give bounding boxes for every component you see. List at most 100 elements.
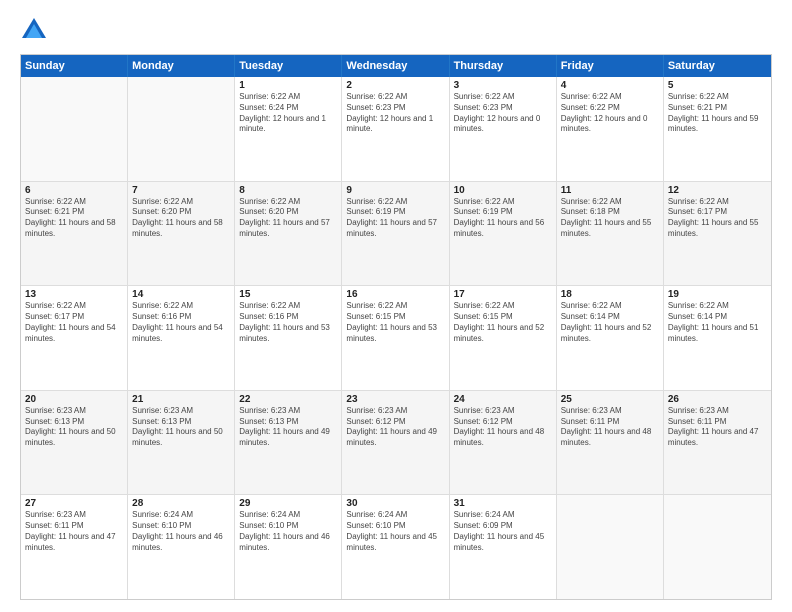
day-cell-2: 2Sunrise: 6:22 AMSunset: 6:23 PMDaylight… bbox=[342, 77, 449, 181]
cell-info: Sunrise: 6:22 AMSunset: 6:23 PMDaylight:… bbox=[346, 92, 444, 135]
cell-info: Sunrise: 6:24 AMSunset: 6:10 PMDaylight:… bbox=[132, 510, 230, 553]
day-cell-10: 10Sunrise: 6:22 AMSunset: 6:19 PMDayligh… bbox=[450, 182, 557, 286]
cell-info: Sunrise: 6:22 AMSunset: 6:24 PMDaylight:… bbox=[239, 92, 337, 135]
day-number: 18 bbox=[561, 289, 659, 300]
day-number: 22 bbox=[239, 394, 337, 405]
cell-info: Sunrise: 6:23 AMSunset: 6:13 PMDaylight:… bbox=[239, 406, 337, 449]
day-cell-4: 4Sunrise: 6:22 AMSunset: 6:22 PMDaylight… bbox=[557, 77, 664, 181]
calendar-row-1: 1Sunrise: 6:22 AMSunset: 6:24 PMDaylight… bbox=[21, 77, 771, 181]
day-cell-3: 3Sunrise: 6:22 AMSunset: 6:23 PMDaylight… bbox=[450, 77, 557, 181]
header-day-friday: Friday bbox=[557, 55, 664, 77]
cell-info: Sunrise: 6:22 AMSunset: 6:14 PMDaylight:… bbox=[668, 301, 767, 344]
calendar-row-3: 13Sunrise: 6:22 AMSunset: 6:17 PMDayligh… bbox=[21, 285, 771, 390]
day-number: 31 bbox=[454, 498, 552, 509]
day-cell-13: 13Sunrise: 6:22 AMSunset: 6:17 PMDayligh… bbox=[21, 286, 128, 390]
day-cell-29: 29Sunrise: 6:24 AMSunset: 6:10 PMDayligh… bbox=[235, 495, 342, 599]
day-cell-16: 16Sunrise: 6:22 AMSunset: 6:15 PMDayligh… bbox=[342, 286, 449, 390]
day-number: 28 bbox=[132, 498, 230, 509]
header-day-monday: Monday bbox=[128, 55, 235, 77]
cell-info: Sunrise: 6:22 AMSunset: 6:14 PMDaylight:… bbox=[561, 301, 659, 344]
day-number: 15 bbox=[239, 289, 337, 300]
cell-info: Sunrise: 6:22 AMSunset: 6:19 PMDaylight:… bbox=[454, 197, 552, 240]
day-number: 9 bbox=[346, 185, 444, 196]
cell-info: Sunrise: 6:22 AMSunset: 6:20 PMDaylight:… bbox=[239, 197, 337, 240]
day-cell-12: 12Sunrise: 6:22 AMSunset: 6:17 PMDayligh… bbox=[664, 182, 771, 286]
header-day-thursday: Thursday bbox=[450, 55, 557, 77]
cell-info: Sunrise: 6:23 AMSunset: 6:13 PMDaylight:… bbox=[132, 406, 230, 449]
day-cell-23: 23Sunrise: 6:23 AMSunset: 6:12 PMDayligh… bbox=[342, 391, 449, 495]
day-number: 11 bbox=[561, 185, 659, 196]
empty-cell bbox=[128, 77, 235, 181]
day-cell-27: 27Sunrise: 6:23 AMSunset: 6:11 PMDayligh… bbox=[21, 495, 128, 599]
day-cell-1: 1Sunrise: 6:22 AMSunset: 6:24 PMDaylight… bbox=[235, 77, 342, 181]
day-number: 14 bbox=[132, 289, 230, 300]
day-cell-20: 20Sunrise: 6:23 AMSunset: 6:13 PMDayligh… bbox=[21, 391, 128, 495]
cell-info: Sunrise: 6:23 AMSunset: 6:12 PMDaylight:… bbox=[346, 406, 444, 449]
calendar-row-2: 6Sunrise: 6:22 AMSunset: 6:21 PMDaylight… bbox=[21, 181, 771, 286]
day-number: 21 bbox=[132, 394, 230, 405]
empty-cell bbox=[21, 77, 128, 181]
day-cell-11: 11Sunrise: 6:22 AMSunset: 6:18 PMDayligh… bbox=[557, 182, 664, 286]
day-number: 16 bbox=[346, 289, 444, 300]
page: SundayMondayTuesdayWednesdayThursdayFrid… bbox=[0, 0, 792, 612]
cell-info: Sunrise: 6:22 AMSunset: 6:21 PMDaylight:… bbox=[25, 197, 123, 240]
calendar: SundayMondayTuesdayWednesdayThursdayFrid… bbox=[20, 54, 772, 600]
calendar-body: 1Sunrise: 6:22 AMSunset: 6:24 PMDaylight… bbox=[21, 77, 771, 599]
day-cell-18: 18Sunrise: 6:22 AMSunset: 6:14 PMDayligh… bbox=[557, 286, 664, 390]
cell-info: Sunrise: 6:22 AMSunset: 6:17 PMDaylight:… bbox=[25, 301, 123, 344]
day-number: 4 bbox=[561, 80, 659, 91]
day-number: 13 bbox=[25, 289, 123, 300]
day-cell-19: 19Sunrise: 6:22 AMSunset: 6:14 PMDayligh… bbox=[664, 286, 771, 390]
day-cell-24: 24Sunrise: 6:23 AMSunset: 6:12 PMDayligh… bbox=[450, 391, 557, 495]
cell-info: Sunrise: 6:23 AMSunset: 6:11 PMDaylight:… bbox=[668, 406, 767, 449]
calendar-row-4: 20 Sunrise: 6:23 AMSunset: 6:13 PMDayligh… bbox=[21, 390, 771, 495]
cell-info: Sunrise: 6:22 AMSunset: 6:23 PMDaylight:… bbox=[454, 92, 552, 135]
day-number: 1 bbox=[239, 80, 337, 91]
cell-info: Sunrise: 6:22 AMSunset: 6:22 PMDaylight:… bbox=[561, 92, 659, 135]
day-number: 23 bbox=[346, 394, 444, 405]
day-number: 24 bbox=[454, 394, 552, 405]
day-number: 29 bbox=[239, 498, 337, 509]
day-cell-25: 25Sunrise: 6:23 AMSunset: 6:11 PMDayligh… bbox=[557, 391, 664, 495]
day-cell-31: 31Sunrise: 6:24 AMSunset: 6:09 PMDayligh… bbox=[450, 495, 557, 599]
cell-info: Sunrise: 6:24 AMSunset: 6:10 PMDaylight:… bbox=[239, 510, 337, 553]
empty-cell bbox=[664, 495, 771, 599]
cell-info: Sunrise: 6:22 AMSunset: 6:17 PMDaylight:… bbox=[668, 197, 767, 240]
day-number: 6 bbox=[25, 185, 123, 196]
header-day-saturday: Saturday bbox=[664, 55, 771, 77]
day-number: 8 bbox=[239, 185, 337, 196]
day-number: 12 bbox=[668, 185, 767, 196]
cell-info: Sunrise: 6:22 AMSunset: 6:20 PMDaylight:… bbox=[132, 197, 230, 240]
empty-cell bbox=[557, 495, 664, 599]
day-cell-21: 21Sunrise: 6:23 AMSunset: 6:13 PMDayligh… bbox=[128, 391, 235, 495]
cell-info: Sunrise: 6:22 AMSunset: 6:19 PMDaylight:… bbox=[346, 197, 444, 240]
cell-info: Sunrise: 6:22 AMSunset: 6:18 PMDaylight:… bbox=[561, 197, 659, 240]
cell-info: Sunrise: 6:23 AMSunset: 6:12 PMDaylight:… bbox=[454, 406, 552, 449]
header-day-wednesday: Wednesday bbox=[342, 55, 449, 77]
cell-info: Sunrise: 6:22 AMSunset: 6:16 PMDaylight:… bbox=[239, 301, 337, 344]
header bbox=[20, 16, 772, 44]
day-number: 2 bbox=[346, 80, 444, 91]
day-cell-14: 14Sunrise: 6:22 AMSunset: 6:16 PMDayligh… bbox=[128, 286, 235, 390]
header-day-sunday: Sunday bbox=[21, 55, 128, 77]
cell-info: Sunrise: 6:24 AMSunset: 6:10 PMDaylight:… bbox=[346, 510, 444, 553]
day-number: 25 bbox=[561, 394, 659, 405]
day-number: 17 bbox=[454, 289, 552, 300]
calendar-row-5: 27Sunrise: 6:23 AMSunset: 6:11 PMDayligh… bbox=[21, 494, 771, 599]
day-number: 3 bbox=[454, 80, 552, 91]
cell-info: Sunrise: 6:22 AMSunset: 6:16 PMDaylight:… bbox=[132, 301, 230, 344]
day-number: 7 bbox=[132, 185, 230, 196]
cell-info: Sunrise: 6:23 AMSunset: 6:11 PMDaylight:… bbox=[25, 510, 123, 553]
day-cell-6: 6Sunrise: 6:22 AMSunset: 6:21 PMDaylight… bbox=[21, 182, 128, 286]
cell-info: Sunrise: 6:24 AMSunset: 6:09 PMDaylight:… bbox=[454, 510, 552, 553]
day-number: 27 bbox=[25, 498, 123, 509]
day-cell-5: 5Sunrise: 6:22 AMSunset: 6:21 PMDaylight… bbox=[664, 77, 771, 181]
day-number: 20 bbox=[25, 394, 123, 405]
header-day-tuesday: Tuesday bbox=[235, 55, 342, 77]
day-cell-15: 15Sunrise: 6:22 AMSunset: 6:16 PMDayligh… bbox=[235, 286, 342, 390]
day-cell-22: 22Sunrise: 6:23 AMSunset: 6:13 PMDayligh… bbox=[235, 391, 342, 495]
logo-icon bbox=[20, 16, 48, 44]
day-cell-30: 30Sunrise: 6:24 AMSunset: 6:10 PMDayligh… bbox=[342, 495, 449, 599]
cell-info: Sunrise: 6:22 AMSunset: 6:15 PMDaylight:… bbox=[346, 301, 444, 344]
day-number: 30 bbox=[346, 498, 444, 509]
